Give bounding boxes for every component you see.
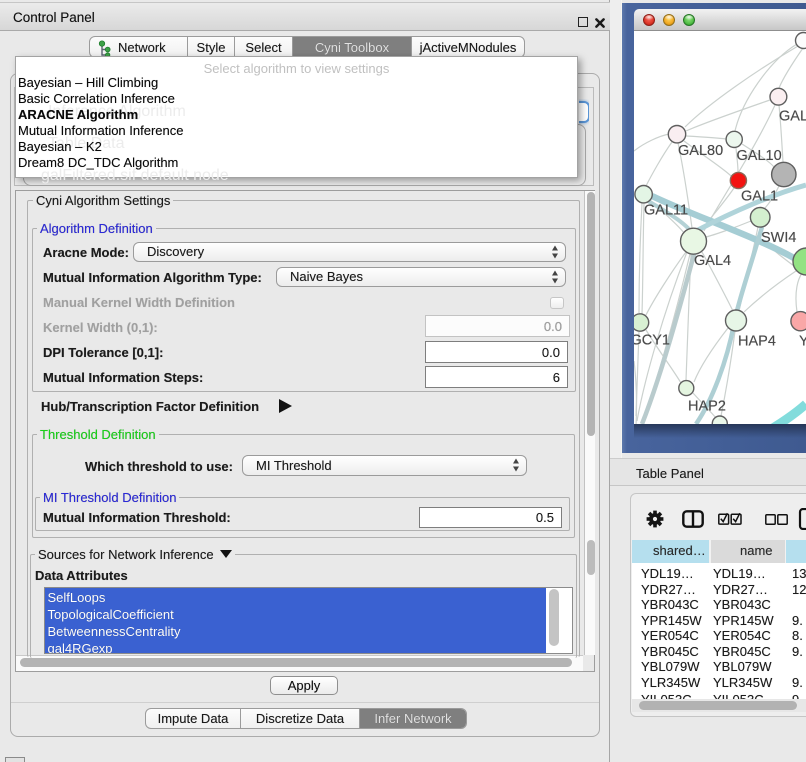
svg-text:HAP4: HAP4 <box>738 334 776 350</box>
svg-text:GAL11: GAL11 <box>644 202 688 218</box>
svg-text:HAP2: HAP2 <box>688 399 726 415</box>
svg-text:GAL4: GAL4 <box>694 253 731 269</box>
svg-text:SWI4: SWI4 <box>761 230 796 246</box>
svg-text:GAL7: GAL7 <box>779 109 806 125</box>
svg-text:Y: Y <box>799 334 806 350</box>
svg-text:GAL1: GAL1 <box>741 189 778 205</box>
svg-text:GCY1: GCY1 <box>634 333 670 349</box>
svg-text:GAL80: GAL80 <box>678 143 723 159</box>
svg-text:GAL10: GAL10 <box>737 148 782 164</box>
